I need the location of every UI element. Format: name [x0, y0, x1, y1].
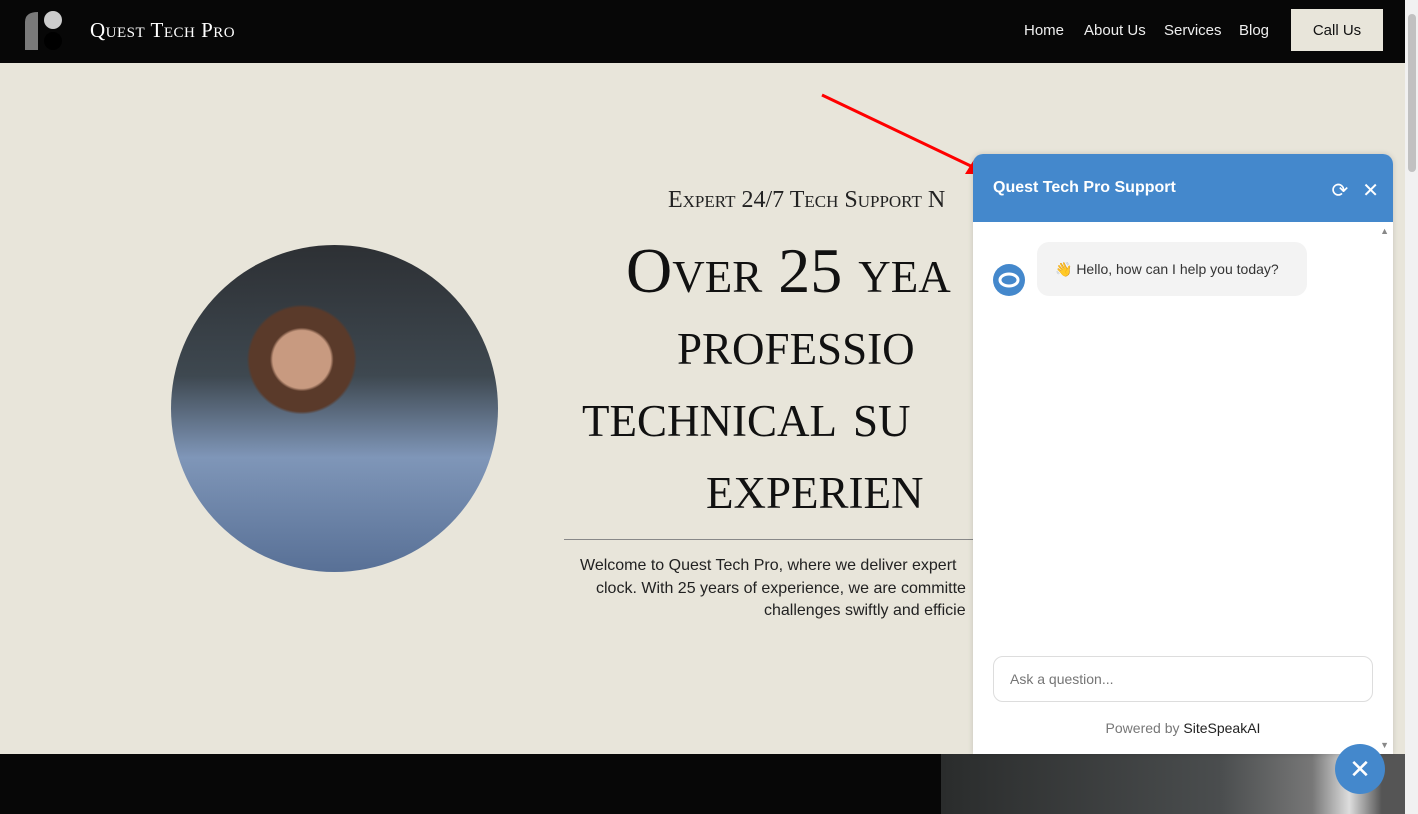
- scroll-down-icon[interactable]: ▼: [1380, 740, 1389, 750]
- chat-widget: Quest Tech Pro Support ⟳ ✕ 👋 Hello, how c…: [973, 154, 1393, 754]
- close-icon[interactable]: ✕: [1362, 178, 1379, 203]
- top-nav: Quest Tech Pro Home About Us Services Bl…: [0, 0, 1405, 63]
- chat-input[interactable]: [993, 656, 1373, 702]
- scroll-up-icon[interactable]: ▲: [1380, 226, 1389, 236]
- bot-avatar-icon: [993, 264, 1025, 296]
- brand-name[interactable]: Quest Tech Pro: [90, 18, 235, 43]
- chat-title: Quest Tech Pro Support: [993, 179, 1176, 196]
- hero-heading-line: professio: [677, 307, 915, 378]
- powered-by: Powered by SiteSpeakAI: [973, 720, 1393, 736]
- bot-message: 👋 Hello, how can I help you today?: [1037, 242, 1307, 296]
- nav-services[interactable]: Services: [1164, 22, 1222, 39]
- scrollbar-thumb[interactable]: [1408, 14, 1416, 172]
- call-us-button[interactable]: Call Us: [1291, 9, 1383, 51]
- red-arrow-annotation: [821, 93, 987, 174]
- hero-heading-line: experien: [706, 451, 924, 522]
- hero-paragraph-line: clock. With 25 years of experience, we a…: [596, 580, 966, 597]
- hero-heading-line: technical su: [582, 379, 911, 450]
- powered-prefix: Powered by: [1105, 720, 1180, 736]
- hero-subtitle: Expert 24/7 Tech Support N: [668, 187, 946, 213]
- refresh-icon[interactable]: ⟳: [1331, 178, 1348, 203]
- nav-blog[interactable]: Blog: [1239, 22, 1269, 39]
- nav-about-us[interactable]: About Us: [1084, 22, 1146, 39]
- hero-paragraph-line: Welcome to Quest Tech Pro, where we deli…: [580, 557, 957, 574]
- brand-logo-icon[interactable]: [25, 10, 63, 50]
- chat-toggle-close-button[interactable]: ✕: [1335, 744, 1385, 794]
- divider: [564, 539, 973, 540]
- hero-heading-line: Over 25 yea: [626, 235, 951, 306]
- sitespeak-link[interactable]: SiteSpeakAI: [1183, 720, 1260, 736]
- hero-paragraph-line: challenges swiftly and efficie: [764, 602, 966, 619]
- nav-home[interactable]: Home: [1024, 22, 1064, 39]
